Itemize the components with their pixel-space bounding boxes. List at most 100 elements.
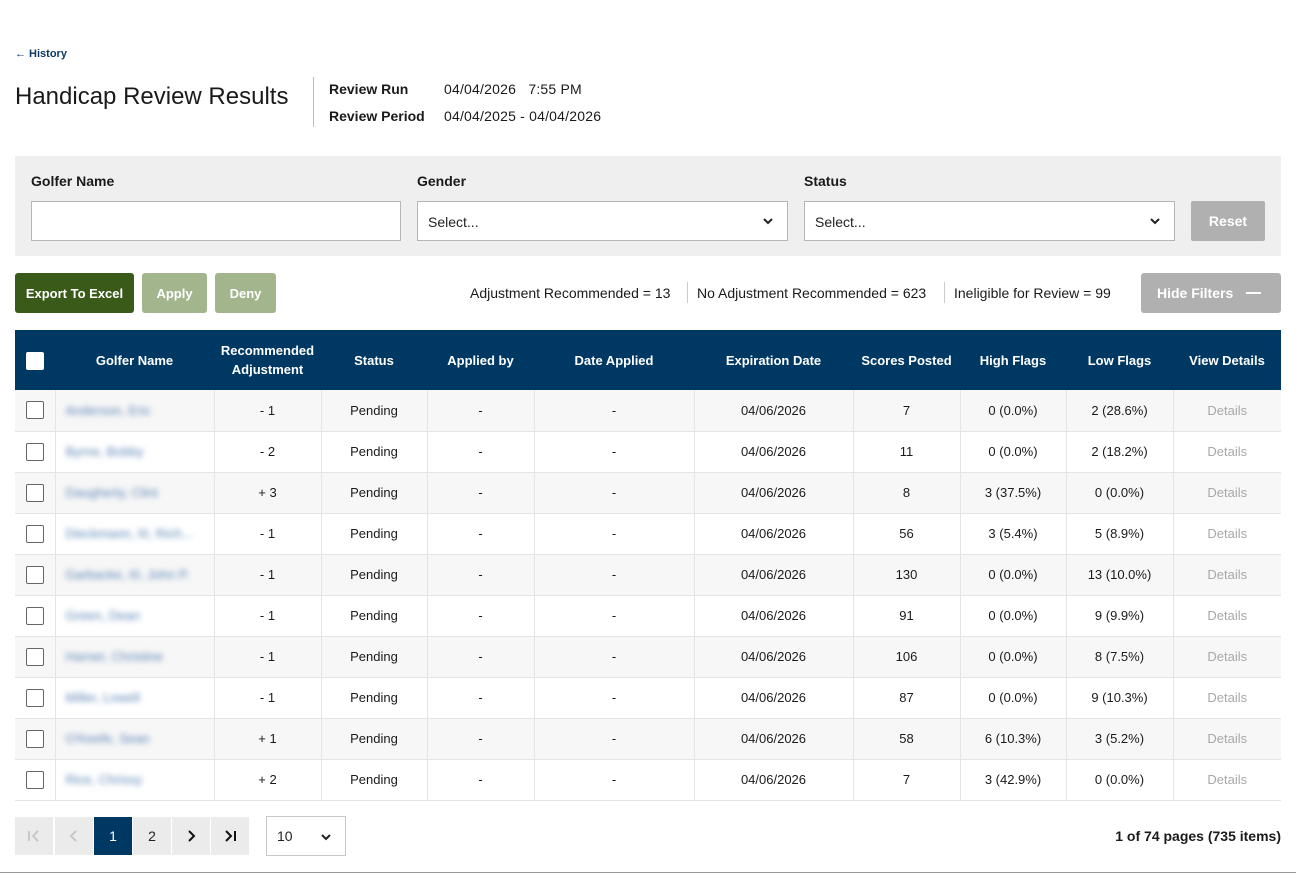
details-link[interactable]: Details [1207,608,1247,623]
table-row[interactable]: Dieckmann, III, Rich... - 1 Pending - - 04/06… [15,513,1281,555]
golfer-name-link[interactable]: Dieckmann, III, Rich... [66,526,214,541]
col-recommended-adjustment[interactable]: Recommended Adjustment [214,330,321,390]
high-flags-value: 0 (0.0%) [988,444,1038,459]
low-flags-cell: 13 (10.0%) [1066,554,1174,596]
status-select[interactable]: Select... [804,201,1175,241]
select-all-checkbox[interactable] [26,351,44,370]
low-flags-value: 9 (9.9%) [1094,608,1145,623]
row-checkbox[interactable] [25,442,44,461]
expiration-date-cell: 04/06/2026 [694,636,854,678]
date-applied-cell: - [534,472,695,514]
recommended-adjustment-value: - 1 [259,690,276,705]
col-golfer-name[interactable]: Golfer Name [55,330,214,390]
details-link[interactable]: Details [1207,485,1247,500]
date-applied-value: - [611,402,617,418]
next-page-button[interactable] [172,817,210,855]
applied-by-value: - [478,690,483,705]
golfer-name-link[interactable]: Green, Dean [66,608,214,623]
row-checkbox[interactable] [25,606,44,625]
col-date-applied[interactable]: Date Applied [534,330,694,390]
col-expiration-date[interactable]: Expiration Date [694,330,853,390]
results-table: Golfer Name Recommended Adjustment Statu… [15,330,1281,801]
scores-posted-value: 130 [895,567,918,582]
page-size-select[interactable]: 10 [266,816,346,856]
details-link[interactable]: Details [1207,690,1247,705]
row-checkbox[interactable] [25,565,44,584]
golfer-name-link[interactable]: Rice, Chrissy [66,772,214,787]
status-cell: Pending [321,759,428,801]
col-status[interactable]: Status [321,330,427,390]
golfer-name-link[interactable]: Harner, Christine [66,649,214,664]
gender-select[interactable]: Select... [417,201,788,241]
last-page-button[interactable] [211,817,249,855]
status-cell: Pending [321,513,428,555]
row-checkbox[interactable] [25,729,44,748]
row-checkbox[interactable] [25,647,44,666]
recommended-adjustment-cell: + 1 [214,718,322,760]
applied-by-cell: - [427,759,535,801]
date-applied-value: - [611,608,617,623]
golfer-name-input[interactable] [31,201,401,241]
row-checkbox[interactable] [25,688,44,707]
col-applied-by[interactable]: Applied by [427,330,534,390]
details-link[interactable]: Details [1207,772,1247,787]
status-value: Pending [350,731,398,746]
recommended-adjustment-value: + 1 [258,731,277,746]
table-row[interactable]: O'Keefe, Sean + 1 Pending - - 04/06/2026 58 6 (… [15,718,1281,760]
low-flags-value: 8 (7.5%) [1094,649,1145,664]
table-row[interactable]: Byrne, Bobby - 2 Pending - - 04/06/2026 11 0 (0… [15,431,1281,473]
row-checkbox[interactable] [25,401,44,420]
page-size-value: 10 [277,828,293,844]
page-1-button[interactable]: 1 [94,817,132,855]
table-row[interactable]: Miller, Lowell - 1 Pending - - 04/06/2026 87 0 … [15,677,1281,719]
status-cell: Pending [321,390,428,432]
recommended-adjustment-cell: + 2 [214,759,322,801]
recommended-adjustment-value: - 1 [259,649,276,664]
details-cell: Details [1173,390,1281,432]
first-page-button[interactable] [15,817,53,855]
export-to-excel-button[interactable]: Export To Excel [15,273,134,313]
golfer-name-link[interactable]: Byrne, Bobby [66,444,214,459]
row-checkbox[interactable] [25,524,44,543]
details-link[interactable]: Details [1207,731,1247,746]
golfer-name-link[interactable]: O'Keefe, Sean [66,731,214,746]
details-link[interactable]: Details [1207,526,1247,541]
row-checkbox[interactable] [25,770,44,789]
table-row[interactable]: Rice, Chrissy + 2 Pending - - 04/06/2026 7 3 (4… [15,759,1281,801]
golfer-name-link[interactable]: Miller, Lowell [66,690,214,705]
golfer-name-link[interactable]: Daugherty, Clint [66,485,214,500]
page-2-button[interactable]: 2 [133,817,171,855]
details-link[interactable]: Details [1207,567,1247,582]
table-row[interactable]: Garbacke, III, John P. - 1 Pending - - 04/06/… [15,554,1281,596]
last-page-icon [225,830,236,842]
low-flags-cell: 2 (18.2%) [1066,431,1174,473]
deny-button[interactable]: Deny [215,273,276,313]
hide-filters-button[interactable]: Hide Filters [1141,273,1281,313]
high-flags-cell: 0 (0.0%) [960,636,1067,678]
high-flags-value: 0 (0.0%) [988,649,1038,664]
details-link[interactable]: Details [1207,403,1247,418]
high-flags-value: 3 (5.4%) [988,526,1038,541]
col-scores-posted[interactable]: Scores Posted [853,330,960,390]
golfer-name-cell: Harner, Christine [55,636,215,678]
row-checkbox[interactable] [25,483,44,502]
scores-posted-cell: 130 [853,554,961,596]
summary-divider [687,282,688,303]
details-link[interactable]: Details [1207,444,1247,459]
golfer-name-link[interactable]: Garbacke, III, John P. [66,567,214,582]
table-row[interactable]: Green, Dean - 1 Pending - - 04/06/2026 91 0 (0.… [15,595,1281,637]
low-flags-cell: 9 (10.3%) [1066,677,1174,719]
history-back-link[interactable]: ← History [15,48,67,60]
table-row[interactable]: Daugherty, Clint + 3 Pending - - 04/06/2026 8 3… [15,472,1281,514]
details-link[interactable]: Details [1207,649,1247,664]
golfer-name-link[interactable]: Anderson, Eric [66,403,214,418]
reset-button[interactable]: Reset [1191,201,1265,241]
col-low-flags[interactable]: Low Flags [1066,330,1173,390]
apply-button[interactable]: Apply [142,273,207,313]
table-row[interactable]: Anderson, Eric - 1 Pending - - 04/06/2026 7 0 (… [15,390,1281,432]
scores-posted-cell: 91 [853,595,961,637]
prev-page-button[interactable] [55,817,93,855]
expiration-date-cell: 04/06/2026 [694,718,854,760]
col-high-flags[interactable]: High Flags [960,330,1066,390]
table-row[interactable]: Harner, Christine - 1 Pending - - 04/06/2026 1… [15,636,1281,678]
